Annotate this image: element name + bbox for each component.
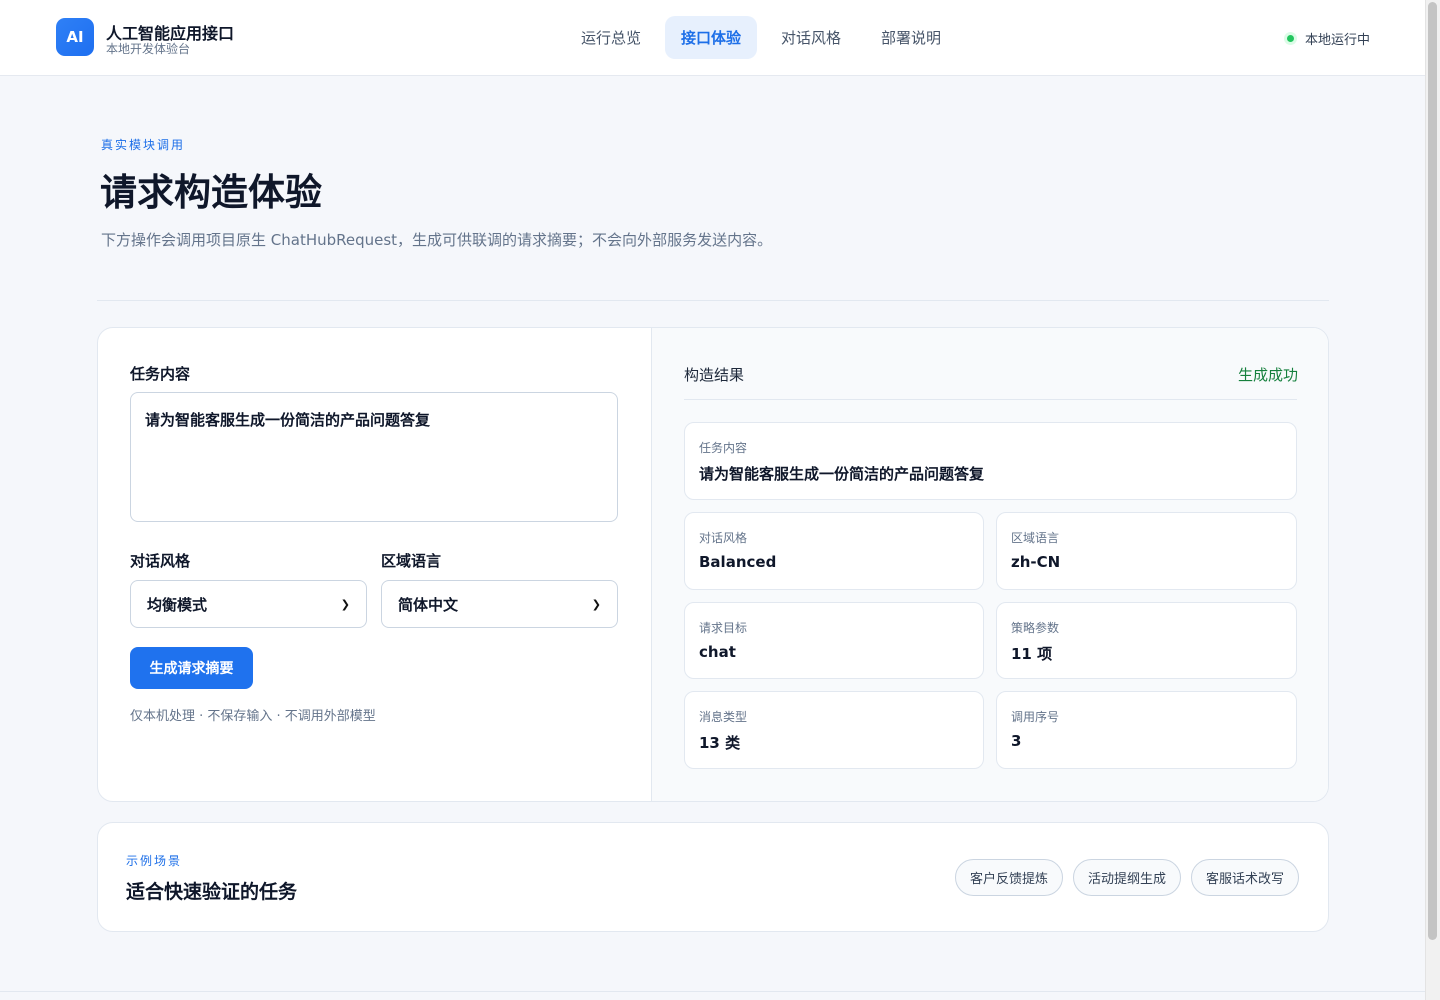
page-title: 请求构造体验 [100,171,322,214]
scenario-chip-rewrite[interactable]: 客服话术改写 [1190,859,1299,896]
section-divider [97,300,1329,301]
result-task-box: 任务内容 请为智能客服生成一份简洁的产品问题答复 [684,422,1297,500]
result-divider [684,399,1297,400]
scenario-title: 适合快速验证的任务 [126,881,298,903]
result-key: 区域语言 [1011,531,1060,545]
generate-summary-button[interactable]: 生成请求摘要 [130,647,253,689]
runtime-status-label: 本地运行中 [1305,33,1371,48]
result-item: 消息类型 13 类 [684,691,984,769]
result-title: 构造结果 [684,366,745,384]
result-value: chat [699,643,736,661]
main-nav: 运行总览 接口体验 对话风格 部署说明 [565,16,957,59]
scenario-chip-feedback[interactable]: 客户反馈提炼 [954,859,1063,896]
app-logo: AI [56,18,94,56]
result-key: 策略参数 [1011,621,1060,635]
result-item: 请求目标 chat [684,602,984,679]
scenario-card: 示例场景 适合快速验证的任务 客户反馈提炼 活动提纲生成 客服话术改写 [97,822,1329,932]
result-value: 请为智能客服生成一份简洁的产品问题答复 [699,465,985,483]
result-value: 13 类 [699,734,741,752]
result-item: 对话风格 Balanced [684,512,984,590]
nav-item-chat-style[interactable]: 对话风格 [765,16,857,59]
result-key: 请求目标 [699,621,748,635]
result-key: 消息类型 [699,710,748,724]
privacy-hint: 仅本机处理 · 不保存输入 · 不调用外部模型 [130,709,376,724]
nav-item-api-playground[interactable]: 接口体验 [665,16,758,59]
hero-eyebrow: 真实模块调用 [101,138,186,152]
app-subtitle: 本地开发体验台 [106,42,191,56]
result-item: 区域语言 zh-CN [996,512,1297,590]
chevron-down-icon: ❯ [340,597,350,611]
footer-divider [0,991,1425,992]
result-status: 生成成功 [1237,366,1298,384]
style-label: 对话风格 [130,552,191,570]
task-input[interactable]: 请为智能客服生成一份简洁的产品问题答复 [130,392,618,522]
top-header: AI 人工智能应用接口 本地开发体验台 运行总览 接口体验 对话风格 部署说明 … [0,0,1425,76]
result-value: zh-CN [1011,553,1061,571]
request-form: 任务内容 请为智能客服生成一份简洁的产品问题答复 对话风格 区域语言 均衡模式 … [98,328,651,801]
scenario-chips: 客户反馈提炼 活动提纲生成 客服话术改写 [954,859,1299,896]
request-builder-card: 任务内容 请为智能客服生成一份简洁的产品问题答复 对话风格 区域语言 均衡模式 … [97,327,1329,802]
status-dot-icon [1284,32,1297,45]
result-key: 调用序号 [1011,710,1060,724]
result-key: 任务内容 [699,441,748,455]
result-value: Balanced [699,553,777,571]
nav-item-overview[interactable]: 运行总览 [565,16,657,59]
locale-select-value: 简体中文 [398,595,459,614]
runtime-status: 本地运行中 [1284,29,1370,48]
locale-select[interactable]: 简体中文 ❯ [381,580,618,628]
result-item: 策略参数 11 项 [996,602,1297,679]
scenario-chip-outline[interactable]: 活动提纲生成 [1072,859,1181,896]
scenario-eyebrow: 示例场景 [126,854,183,868]
style-select-value: 均衡模式 [147,595,208,614]
result-value: 3 [1011,732,1022,750]
page-description: 下方操作会调用项目原生 ChatHubRequest，生成可供联调的请求摘要；不… [101,231,773,249]
locale-label: 区域语言 [381,552,442,570]
page-scrollbar-thumb[interactable] [1428,2,1437,940]
style-select[interactable]: 均衡模式 ❯ [130,580,367,628]
task-label: 任务内容 [130,365,191,383]
result-value: 11 项 [1011,645,1053,663]
result-item: 调用序号 3 [996,691,1297,769]
result-panel: 构造结果 生成成功 任务内容 请为智能客服生成一份简洁的产品问题答复 对话风格 … [651,328,1328,801]
chevron-down-icon: ❯ [591,597,601,611]
nav-item-deploy-docs[interactable]: 部署说明 [865,16,957,59]
result-key: 对话风格 [699,531,748,545]
